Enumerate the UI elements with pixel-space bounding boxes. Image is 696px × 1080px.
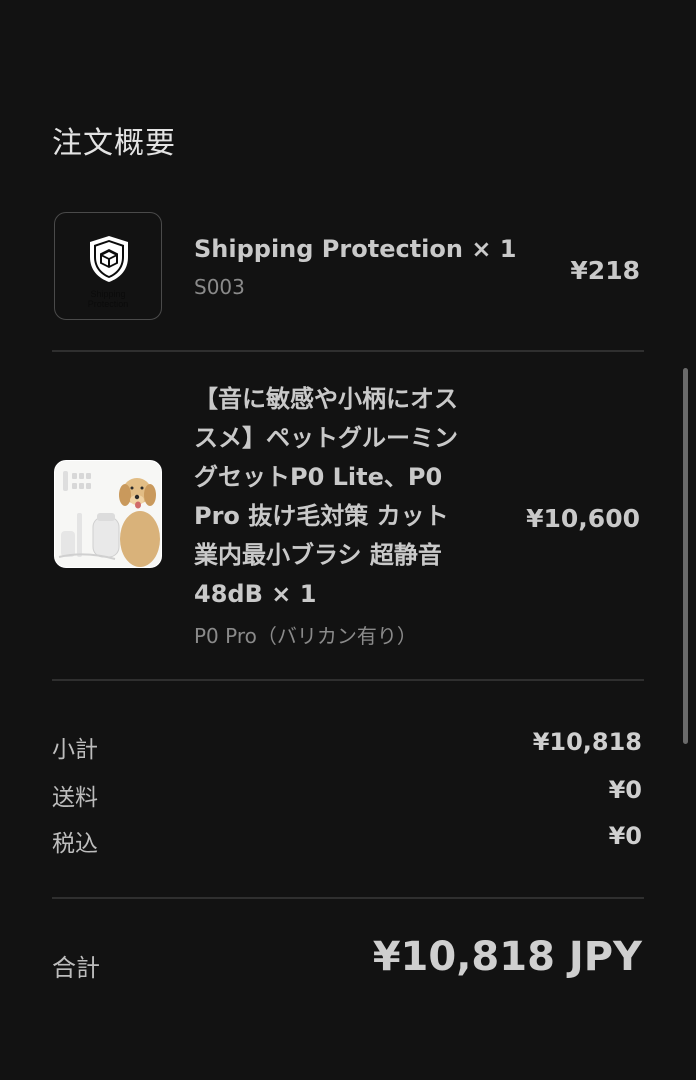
product-image xyxy=(55,461,161,567)
divider xyxy=(52,897,644,899)
item-sku: S003 xyxy=(194,275,245,299)
subtotal-value: ¥10,818 xyxy=(532,728,642,756)
shipping-label: 送料 xyxy=(52,785,98,811)
shipping-value: ¥0 xyxy=(608,776,642,804)
product-thumbnail xyxy=(54,460,162,568)
tax-value: ¥0 xyxy=(608,822,642,850)
shipping-protection-thumbnail: Shipping Protection xyxy=(54,212,162,320)
scrollbar[interactable] xyxy=(683,368,688,744)
divider xyxy=(52,679,644,681)
divider xyxy=(52,350,644,352)
total-label: 合計 xyxy=(52,954,100,982)
order-summary-page: 注文概要 Shipping Protection Shipping Protec… xyxy=(0,0,696,1080)
thumbnail-label: Shipping Protection xyxy=(87,289,129,309)
page-title: 注文概要 xyxy=(52,126,176,161)
item-name: Shipping Protection × 1 xyxy=(194,235,517,263)
item-price: ¥10,600 xyxy=(526,504,640,533)
shield-box-icon xyxy=(90,236,128,282)
subtotal-label: 小計 xyxy=(52,737,98,763)
item-name: 【音に敏感や小柄にオス スメ】ペットグルーミン グセットP0 Lite、P0 P… xyxy=(194,385,458,608)
item-variant: P0 Pro（バリカン有り） xyxy=(194,624,417,648)
total-value: ¥10,818 JPY xyxy=(372,934,642,980)
item-price: ¥218 xyxy=(570,256,640,285)
tax-label: 税込 xyxy=(52,831,98,857)
